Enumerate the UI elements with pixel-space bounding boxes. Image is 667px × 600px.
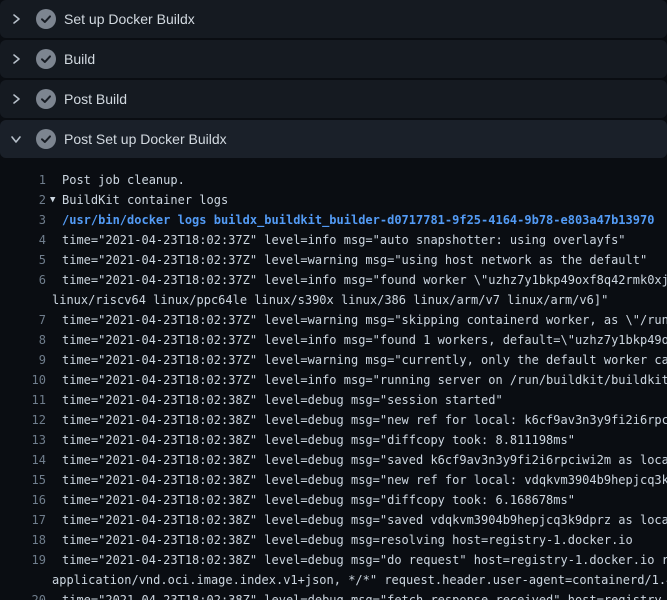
log-line: 3/usr/bin/docker logs buildx_buildkit_bu…: [0, 210, 667, 230]
line-number[interactable]: 14: [0, 450, 46, 470]
log-text: time="2021-04-23T18:02:38Z" level=debug …: [46, 450, 667, 470]
line-number[interactable]: 18: [0, 530, 46, 550]
step-label: Set up Docker Buildx: [64, 11, 195, 27]
chevron-right-icon[interactable]: [8, 51, 24, 67]
step-row-2[interactable]: Post Build: [0, 80, 667, 118]
log-text: time="2021-04-23T18:02:37Z" level=info m…: [46, 230, 667, 250]
log-line-continuation: linux/riscv64 linux/ppc64le linux/s390x …: [0, 290, 667, 310]
log-text: linux/riscv64 linux/ppc64le linux/s390x …: [0, 290, 667, 310]
log-area: 1Post job cleanup.2▼BuildKit container l…: [0, 160, 667, 600]
log-text: Post job cleanup.: [46, 170, 667, 190]
log-line: 10time="2021-04-23T18:02:37Z" level=info…: [0, 370, 667, 390]
log-line: 12time="2021-04-23T18:02:38Z" level=debu…: [0, 410, 667, 430]
log-text: time="2021-04-23T18:02:38Z" level=debug …: [46, 410, 667, 430]
line-number[interactable]: 7: [0, 310, 46, 330]
line-number[interactable]: 8: [0, 330, 46, 350]
log-line: 11time="2021-04-23T18:02:38Z" level=debu…: [0, 390, 667, 410]
log-line: 7time="2021-04-23T18:02:37Z" level=warni…: [0, 310, 667, 330]
log-line: 20time="2021-04-23T18:02:38Z" level=debu…: [0, 590, 667, 600]
line-number[interactable]: 16: [0, 490, 46, 510]
step-row-1[interactable]: Build: [0, 40, 667, 78]
log-line: 14time="2021-04-23T18:02:38Z" level=debu…: [0, 450, 667, 470]
line-number[interactable]: 12: [0, 410, 46, 430]
step-row-3[interactable]: Post Set up Docker Buildx: [0, 120, 667, 158]
check-circle-icon: [36, 89, 56, 109]
step-row-0[interactable]: Set up Docker Buildx: [0, 0, 667, 38]
log-line: 5time="2021-04-23T18:02:37Z" level=warni…: [0, 250, 667, 270]
log-text: time="2021-04-23T18:02:37Z" level=warnin…: [46, 310, 667, 330]
log-line-continuation: application/vnd.oci.image.index.v1+json,…: [0, 570, 667, 590]
step-label: Post Set up Docker Buildx: [64, 131, 227, 147]
log-text: application/vnd.oci.image.index.v1+json,…: [0, 570, 667, 590]
group-collapse-icon[interactable]: ▼: [50, 190, 62, 210]
log-text: time="2021-04-23T18:02:37Z" level=info m…: [46, 370, 667, 390]
log-line: 17time="2021-04-23T18:02:38Z" level=debu…: [0, 510, 667, 530]
log-text: time="2021-04-23T18:02:38Z" level=debug …: [46, 510, 667, 530]
log-line: 2▼BuildKit container logs: [0, 190, 667, 210]
line-number[interactable]: 3: [0, 210, 46, 230]
check-circle-icon: [36, 9, 56, 29]
line-number[interactable]: 10: [0, 370, 46, 390]
line-number[interactable]: 4: [0, 230, 46, 250]
actions-log-viewer: Set up Docker Buildx Build Post Bu: [0, 0, 667, 600]
line-number[interactable]: 13: [0, 430, 46, 450]
log-text: time="2021-04-23T18:02:38Z" level=debug …: [46, 550, 667, 570]
line-number[interactable]: 11: [0, 390, 46, 410]
log-text: time="2021-04-23T18:02:38Z" level=debug …: [46, 590, 667, 600]
log-line: 18time="2021-04-23T18:02:38Z" level=debu…: [0, 530, 667, 550]
log-line: 1Post job cleanup.: [0, 170, 667, 190]
log-command-text: /usr/bin/docker logs buildx_buildkit_bui…: [46, 210, 667, 230]
line-number[interactable]: 9: [0, 350, 46, 370]
log-line: 16time="2021-04-23T18:02:38Z" level=debu…: [0, 490, 667, 510]
line-number[interactable]: 5: [0, 250, 46, 270]
log-line: 4time="2021-04-23T18:02:37Z" level=info …: [0, 230, 667, 250]
check-circle-icon: [36, 129, 56, 149]
log-text: time="2021-04-23T18:02:37Z" level=info m…: [46, 270, 667, 290]
line-number[interactable]: 15: [0, 470, 46, 490]
log-line: 6time="2021-04-23T18:02:37Z" level=info …: [0, 270, 667, 290]
log-text: time="2021-04-23T18:02:38Z" level=debug …: [46, 490, 667, 510]
line-number[interactable]: 2: [0, 190, 46, 210]
line-number[interactable]: 20: [0, 590, 46, 600]
log-text: time="2021-04-23T18:02:38Z" level=debug …: [46, 390, 667, 410]
line-number[interactable]: 19: [0, 550, 46, 570]
line-number[interactable]: 1: [0, 170, 46, 190]
log-group-title[interactable]: BuildKit container logs: [62, 190, 228, 210]
step-label: Post Build: [64, 91, 127, 107]
log-text: time="2021-04-23T18:02:38Z" level=debug …: [46, 470, 667, 490]
log-line: 9time="2021-04-23T18:02:37Z" level=warni…: [0, 350, 667, 370]
log-line: 15time="2021-04-23T18:02:38Z" level=debu…: [0, 470, 667, 490]
log-text: time="2021-04-23T18:02:37Z" level=warnin…: [46, 250, 667, 270]
log-line: 8time="2021-04-23T18:02:37Z" level=info …: [0, 330, 667, 350]
line-number[interactable]: 6: [0, 270, 46, 290]
log-text: time="2021-04-23T18:02:38Z" level=debug …: [46, 530, 667, 550]
log-line: 13time="2021-04-23T18:02:38Z" level=debu…: [0, 430, 667, 450]
line-number[interactable]: 17: [0, 510, 46, 530]
log-text: time="2021-04-23T18:02:38Z" level=debug …: [46, 430, 667, 450]
log-text: time="2021-04-23T18:02:37Z" level=info m…: [46, 330, 667, 350]
steps-list: Set up Docker Buildx Build Post Bu: [0, 0, 667, 158]
step-label: Build: [64, 51, 95, 67]
log-text: time="2021-04-23T18:02:37Z" level=warnin…: [46, 350, 667, 370]
check-circle-icon: [36, 49, 56, 69]
chevron-down-icon[interactable]: [8, 131, 24, 147]
log-line: 19time="2021-04-23T18:02:38Z" level=debu…: [0, 550, 667, 570]
log-group-header: ▼BuildKit container logs: [46, 190, 667, 210]
chevron-right-icon[interactable]: [8, 91, 24, 107]
chevron-right-icon[interactable]: [8, 11, 24, 27]
